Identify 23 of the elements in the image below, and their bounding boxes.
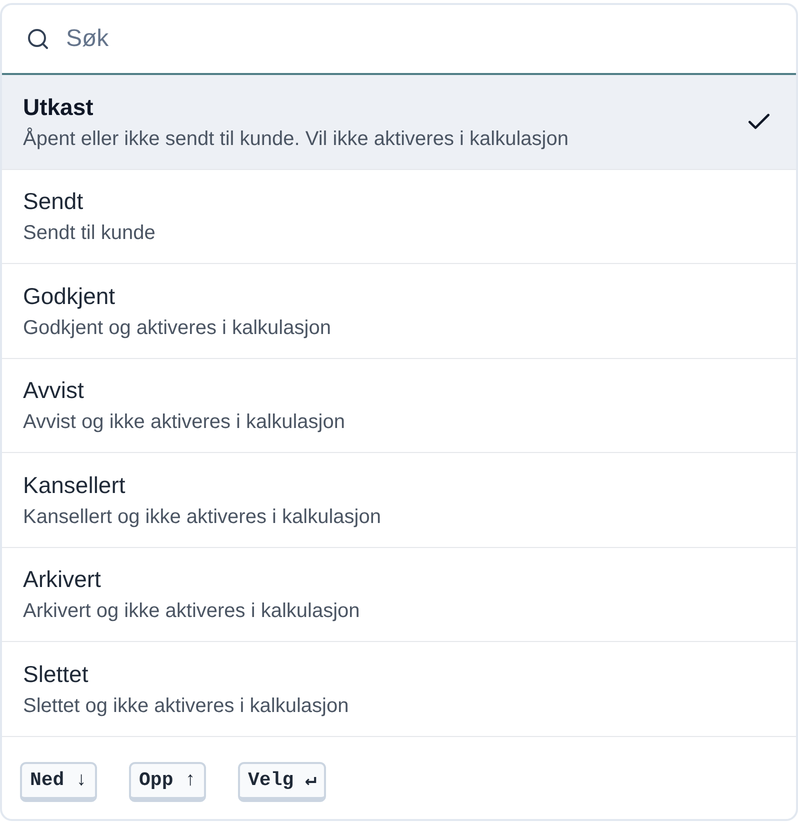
status-option[interactable]: Utkast Åpent eller ikke sendt til kunde. Vil ikke aktiveres i kalkulasjon <box>2 75 796 170</box>
option-description: Avvist og ikke aktiveres i kalkulasjon <box>23 410 346 434</box>
option-description: Sendt til kunde <box>23 221 156 246</box>
status-option[interactable]: Sendt Sendt til kunde <box>2 170 796 264</box>
option-description: Kansellert og ikke aktiveres i kalkulasjon <box>23 504 382 529</box>
option-description: Åpent eller ikke sendt til kunde. Vil ikke aktiveres i kalkulasjon <box>23 126 570 151</box>
option-title: Godkjent <box>23 282 116 310</box>
keyboard-key: Velg ↵ <box>238 762 326 802</box>
status-option[interactable]: Arkivert Arkivert og ikke aktiveres i kalkulasjon <box>2 548 796 642</box>
option-title: Slettet <box>23 660 90 688</box>
option-description: Arkivert og ikke aktiveres i kalkulasjon <box>23 599 361 624</box>
option-description: Slettet og ikke aktiveres i kalkulasjon <box>23 694 350 718</box>
keyboard-key: Ned ↓ <box>20 762 98 802</box>
status-option[interactable]: Avvist Avvist og ikke aktiveres i kalkulasjon <box>2 358 796 453</box>
keyboard-key: Opp ↑ <box>129 762 206 802</box>
search-icon <box>26 27 50 51</box>
option-title: Sendt <box>23 187 84 216</box>
option-title: Kansellert <box>23 470 126 499</box>
option-title: Utkast <box>23 92 94 121</box>
search-field[interactable]: Søk <box>66 21 772 57</box>
option-description: Godkjent og aktiveres i kalkulasjon <box>23 316 332 340</box>
option-title: Avvist <box>23 376 85 404</box>
option-title: Arkivert <box>23 565 102 594</box>
